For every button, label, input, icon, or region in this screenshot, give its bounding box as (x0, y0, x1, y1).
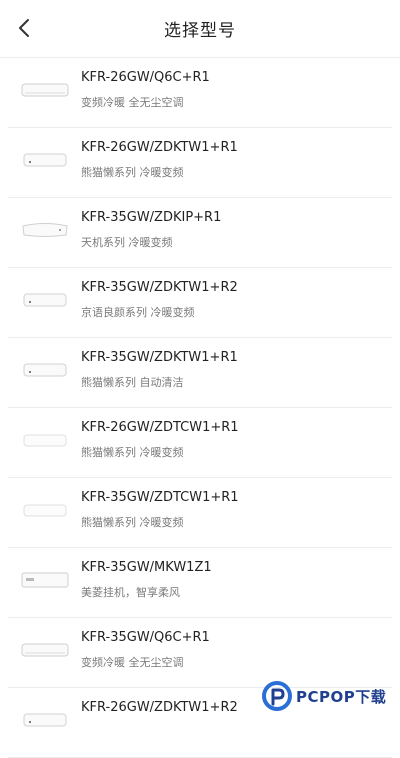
pcpop-logo-icon (262, 681, 292, 711)
model-name: KFR-35GW/ZDKIP+R1 (81, 210, 222, 225)
top-bar: 选择型号 (0, 0, 400, 58)
model-description: 熊猫懒系列 冷暖变频 (81, 166, 184, 179)
list-item[interactable]: KFR-35GW/ZDKTW1+R1 熊猫懒系列 自动清洁 (8, 338, 392, 408)
list-item[interactable]: KFR-35GW/ZDKIP+R1 天机系列 冷暖变频 (8, 198, 392, 268)
list-item[interactable]: KFR-35GW/ZDTCW1+R1 熊猫懒系列 冷暖变频 (8, 478, 392, 548)
air-conditioner-thumbnail-icon (21, 572, 69, 588)
model-description: 变频冷暖 全无尘空调 (81, 96, 184, 109)
model-description: 熊猫懒系列 冷暖变频 (81, 446, 184, 459)
list-item[interactable]: KFR-26GW/ZDKTW1+R1 熊猫懒系列 冷暖变频 (8, 128, 392, 198)
air-conditioner-thumbnail-icon (23, 504, 67, 517)
air-conditioner-thumbnail-icon (22, 223, 68, 237)
page-title: 选择型号 (164, 21, 236, 41)
air-conditioner-thumbnail-icon (23, 153, 67, 167)
model-description: 美菱挂机，智享柔风 (81, 586, 180, 599)
watermark-text: PCPOP下载 (296, 687, 387, 706)
air-conditioner-thumbnail-icon (23, 434, 67, 447)
model-name: KFR-35GW/MKW1Z1 (81, 560, 212, 575)
model-name: KFR-26GW/ZDKTW1+R2 (81, 700, 238, 715)
model-name: KFR-26GW/ZDKTW1+R1 (81, 140, 238, 155)
air-conditioner-thumbnail-icon (21, 643, 69, 657)
chevron-left-icon (19, 19, 29, 37)
model-name: KFR-35GW/ZDKTW1+R1 (81, 350, 238, 365)
model-list: KFR-26GW/Q6C+R1 变频冷暖 全无尘空调 KFR-26GW/ZDKT… (0, 58, 400, 758)
model-description: 京语良颜系列 冷暖变频 (81, 306, 195, 319)
list-item[interactable]: KFR-35GW/ZDKTW1+R2 京语良颜系列 冷暖变频 (8, 268, 392, 338)
air-conditioner-thumbnail-icon (23, 293, 67, 307)
model-name: KFR-26GW/Q6C+R1 (81, 70, 210, 85)
model-name: KFR-35GW/Q6C+R1 (81, 630, 210, 645)
list-item[interactable]: KFR-35GW/MKW1Z1 美菱挂机，智享柔风 (8, 548, 392, 618)
model-name: KFR-35GW/ZDKTW1+R2 (81, 280, 238, 295)
model-name: KFR-35GW/ZDTCW1+R1 (81, 490, 239, 505)
model-description: 熊猫懒系列 自动清洁 (81, 376, 184, 389)
model-description: 天机系列 冷暖变频 (81, 236, 173, 249)
air-conditioner-thumbnail-icon (23, 363, 67, 377)
back-button[interactable] (8, 12, 40, 44)
pcpop-watermark: PCPOP下载 (262, 676, 392, 716)
model-description: 熊猫懒系列 冷暖变频 (81, 516, 184, 529)
air-conditioner-thumbnail-icon (21, 83, 69, 97)
model-name: KFR-26GW/ZDTCW1+R1 (81, 420, 239, 435)
list-item[interactable]: KFR-26GW/Q6C+R1 变频冷暖 全无尘空调 (8, 58, 392, 128)
air-conditioner-thumbnail-icon (23, 713, 67, 727)
model-description: 变频冷暖 全无尘空调 (81, 656, 184, 669)
list-item[interactable]: KFR-26GW/ZDTCW1+R1 熊猫懒系列 冷暖变频 (8, 408, 392, 478)
